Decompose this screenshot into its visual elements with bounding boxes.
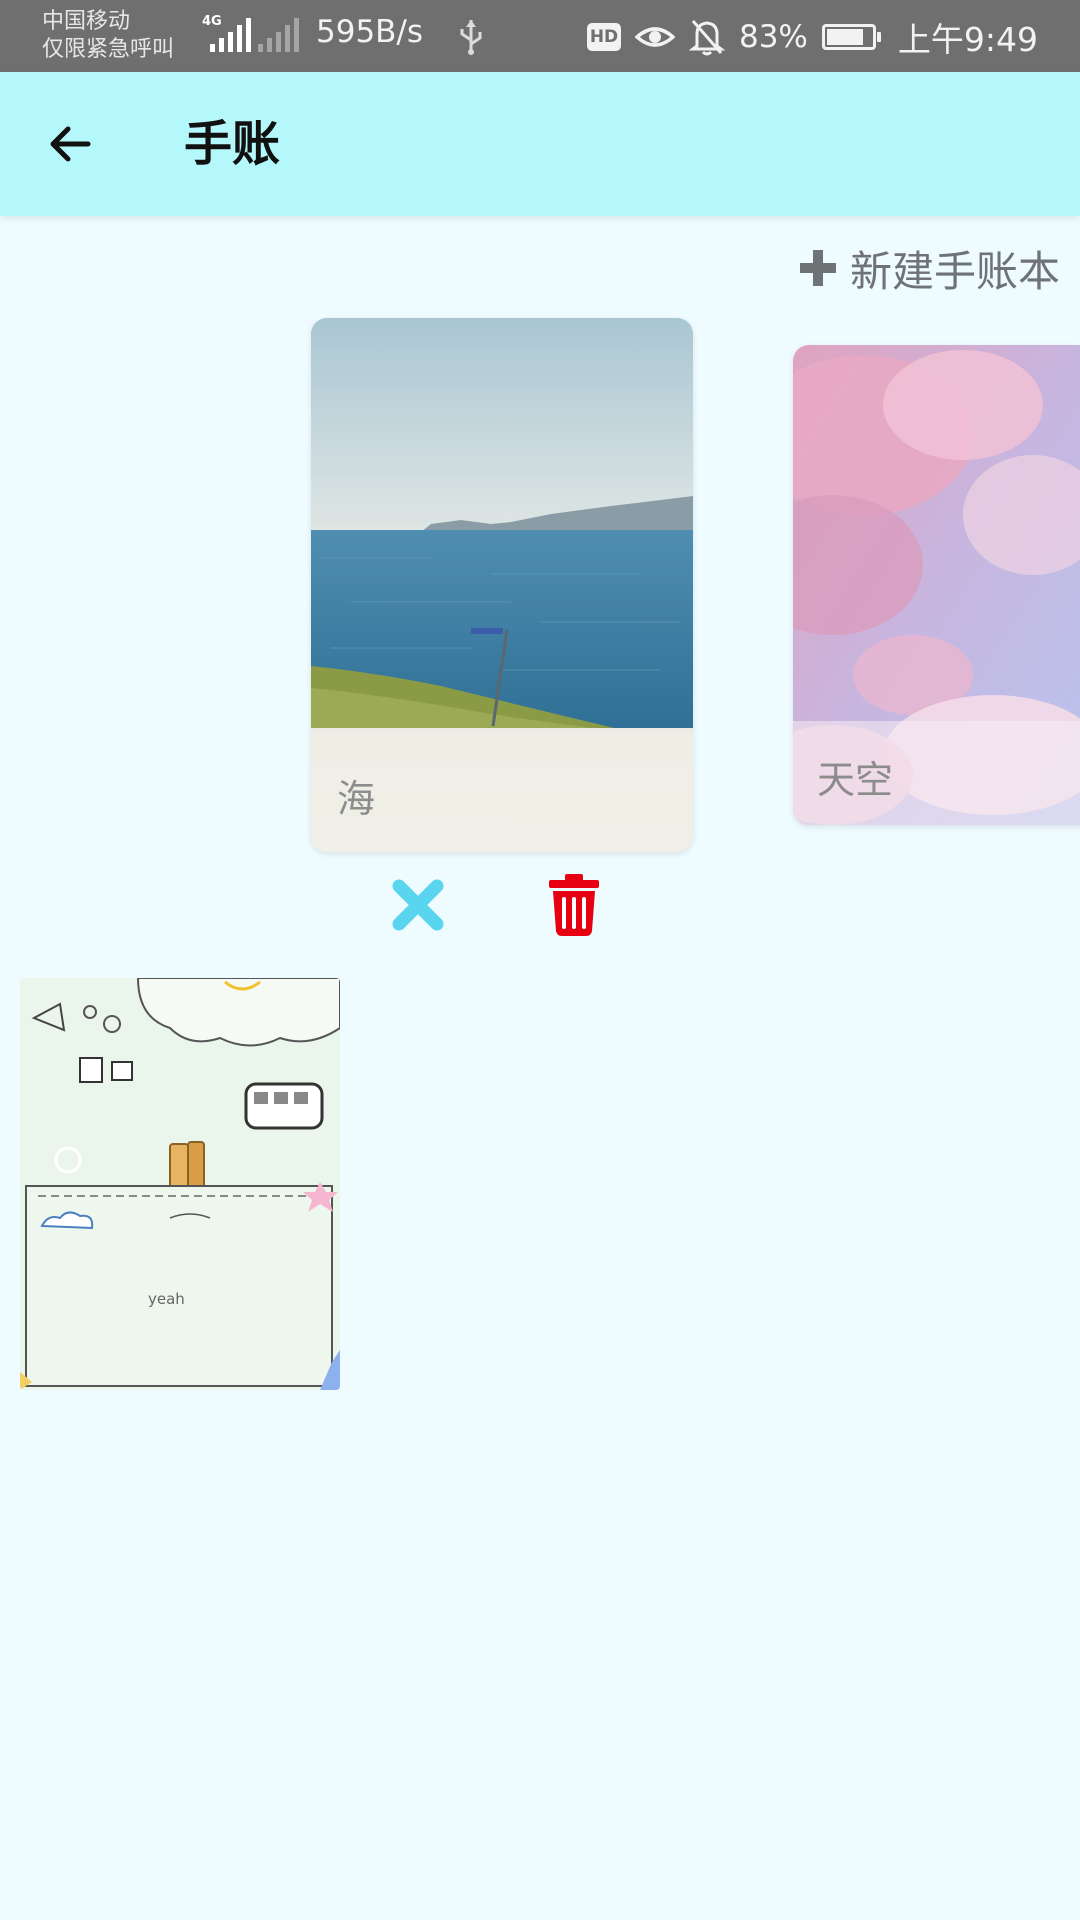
carrier-name: 中国移动 xyxy=(42,9,131,34)
notebook-card-sky[interactable]: 天空 xyxy=(793,345,1080,825)
hd-voice-icon: HD xyxy=(586,23,621,51)
notebook-title: 海 xyxy=(337,777,376,821)
notebook-title: 天空 xyxy=(817,758,894,802)
doodle-cover-image xyxy=(20,978,340,1390)
new-notebook-label: 新建手账本 xyxy=(849,246,1060,296)
battery-percent: 83% xyxy=(738,19,808,55)
carrier-info: 中国移动 仅限紧急呼叫 xyxy=(42,8,174,64)
close-icon xyxy=(392,879,444,931)
new-notebook-button[interactable]: 新建手账本 xyxy=(798,238,1060,298)
notebook-edit-actions xyxy=(390,872,602,938)
status-bar: 中国移动 仅限紧急呼叫 4G 595B/s HD 83% 上午9:49 xyxy=(0,0,1080,72)
delete-notebook-button[interactable] xyxy=(546,872,602,938)
battery-icon xyxy=(821,24,881,50)
notebook-card-sea[interactable]: 海 xyxy=(311,318,693,852)
status-clock: 上午9:49 xyxy=(897,20,1038,59)
notebook-title: yeah xyxy=(148,1290,185,1308)
notifications-muted-icon xyxy=(688,20,725,56)
carrier-status: 仅限紧急呼叫 xyxy=(42,37,175,62)
trash-icon xyxy=(549,874,599,936)
usb-icon xyxy=(460,20,482,55)
sim2-signal-icon xyxy=(258,16,299,52)
plus-icon xyxy=(799,250,836,286)
back-button[interactable] xyxy=(40,114,100,174)
network-type-label: 4G xyxy=(202,14,222,29)
page-title: 手账 xyxy=(184,116,281,172)
cancel-selection-button[interactable] xyxy=(390,872,446,938)
eye-comfort-icon xyxy=(634,27,675,47)
notebook-card-doodle[interactable]: yeah xyxy=(20,978,340,1390)
network-speed: 595B/s xyxy=(316,14,424,50)
signal-strength-icon: 4G xyxy=(202,14,251,52)
arrow-left-icon xyxy=(50,126,91,162)
app-bar: 手账 xyxy=(0,72,1080,216)
